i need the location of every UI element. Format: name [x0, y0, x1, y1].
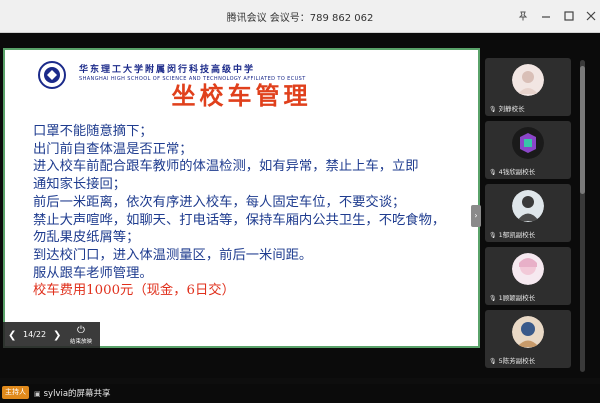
participant-name: 🎙 刘静校长 [489, 105, 525, 113]
participant-name: 🎙 5陈芳副校长 [489, 357, 536, 365]
share-text: sylvia的屏幕共享 [43, 389, 111, 399]
participant-tile[interactable]: 🎙 1郁凯副校长 [485, 184, 571, 242]
collapse-panel-handle[interactable]: › [471, 205, 481, 227]
chevron-right-icon: › [474, 211, 478, 220]
next-slide-icon[interactable]: ❯ [53, 330, 61, 341]
slide-line: 勿乱果皮纸屑等； [33, 230, 140, 246]
host-badge: 主持人 [2, 386, 29, 399]
mic-off-icon: 🎙 [489, 169, 497, 176]
participant-tile[interactable]: 🎙 4钱欣副校长 [485, 121, 571, 179]
slide-body: 口罩不能随意摘下； 出门前自查体温是否正常； 进入校车前配合跟车教师的体温检测，… [33, 123, 473, 300]
participant-name: 🎙 1顾颖副校长 [489, 294, 536, 302]
slide-title: 坐校车管理 [171, 81, 312, 110]
share-info: ▣ sylvia的屏幕共享 [34, 387, 111, 399]
participant-name: 🎙 4钱欣副校长 [489, 168, 536, 176]
slide-line: 到达校门口，进入体温测量区，前后一米间距。 [33, 247, 313, 263]
fee-line: 校车费用1000元（现金，6日交） [33, 283, 235, 299]
participant-panel: 🎙 刘静校长 🎙 4钱欣副校长 🎙 1郁凯副校长 🎙 1顾颖副校长 🎙 5陈芳副… [481, 58, 573, 373]
prev-slide-icon[interactable]: ❮ [8, 330, 16, 341]
close-icon[interactable] [581, 6, 600, 26]
slide-line: 服从跟车老师管理。 [33, 265, 153, 281]
bottom-status-bar: 主持人 ▣ sylvia的屏幕共享 [0, 384, 600, 403]
mic-off-icon: 🎙 [489, 295, 497, 302]
avatar [512, 64, 544, 96]
maximize-icon[interactable] [559, 6, 579, 26]
avatar [512, 253, 544, 285]
slide-line: 进入校车前配合跟车教师的体温检测，如有异常，禁止上车，立即 [33, 159, 419, 175]
scrollbar-thumb[interactable] [580, 66, 585, 194]
slide-line: 出门前自查体温是否正常； [33, 141, 193, 157]
participant-name: 🎙 1郁凯副校长 [489, 231, 536, 239]
participant-tile[interactable]: 🎙 5陈芳副校长 [485, 310, 571, 368]
mic-off-icon: 🎙 [489, 358, 497, 365]
participant-tile[interactable]: 🎙 1顾颖副校长 [485, 247, 571, 305]
school-name-cn: 华东理工大学附属闵行科技高级中学 [79, 65, 256, 75]
minimize-icon[interactable] [536, 6, 556, 26]
participant-tile[interactable]: 🎙 刘静校长 [485, 58, 571, 116]
participant-scrollbar[interactable] [580, 60, 585, 372]
slide-line: 口罩不能随意摘下； [33, 124, 153, 139]
slide-controls: ❮ 14/22 ❯ ⏻ 结束放映 [3, 322, 100, 348]
power-icon: ⏻ [77, 325, 85, 336]
window-title: 腾讯会议 会议号：789 862 062 [226, 13, 374, 24]
window-titlebar: 腾讯会议 会议号：789 862 062 [0, 0, 600, 33]
screen-share-icon: ▣ [34, 390, 41, 398]
mic-off-icon: 🎙 [489, 106, 497, 113]
page-indicator: 14/22 [23, 330, 47, 339]
mic-off-icon: 🎙 [489, 232, 497, 239]
avatar [512, 316, 544, 348]
slide-line: 通知家长接回； [33, 177, 127, 193]
avatar [512, 190, 544, 222]
stop-presentation-button[interactable]: ⏻ 结束放映 [67, 325, 95, 347]
slide-line: 禁止大声喧哗，如聊天、打电话等，保持车厢内公共卫生，不吃食物， [33, 212, 446, 228]
pin-icon[interactable] [513, 6, 533, 26]
avatar [512, 127, 544, 159]
stop-presentation-label: 结束放映 [69, 339, 92, 345]
shared-slide: 华东理工大学附属闵行科技高级中学 SHANGHAI HIGH SCHOOL OF… [3, 48, 480, 348]
slide-line: 前后一米距离，依次有序进入校车，每人固定车位，不要交谈； [33, 194, 406, 210]
